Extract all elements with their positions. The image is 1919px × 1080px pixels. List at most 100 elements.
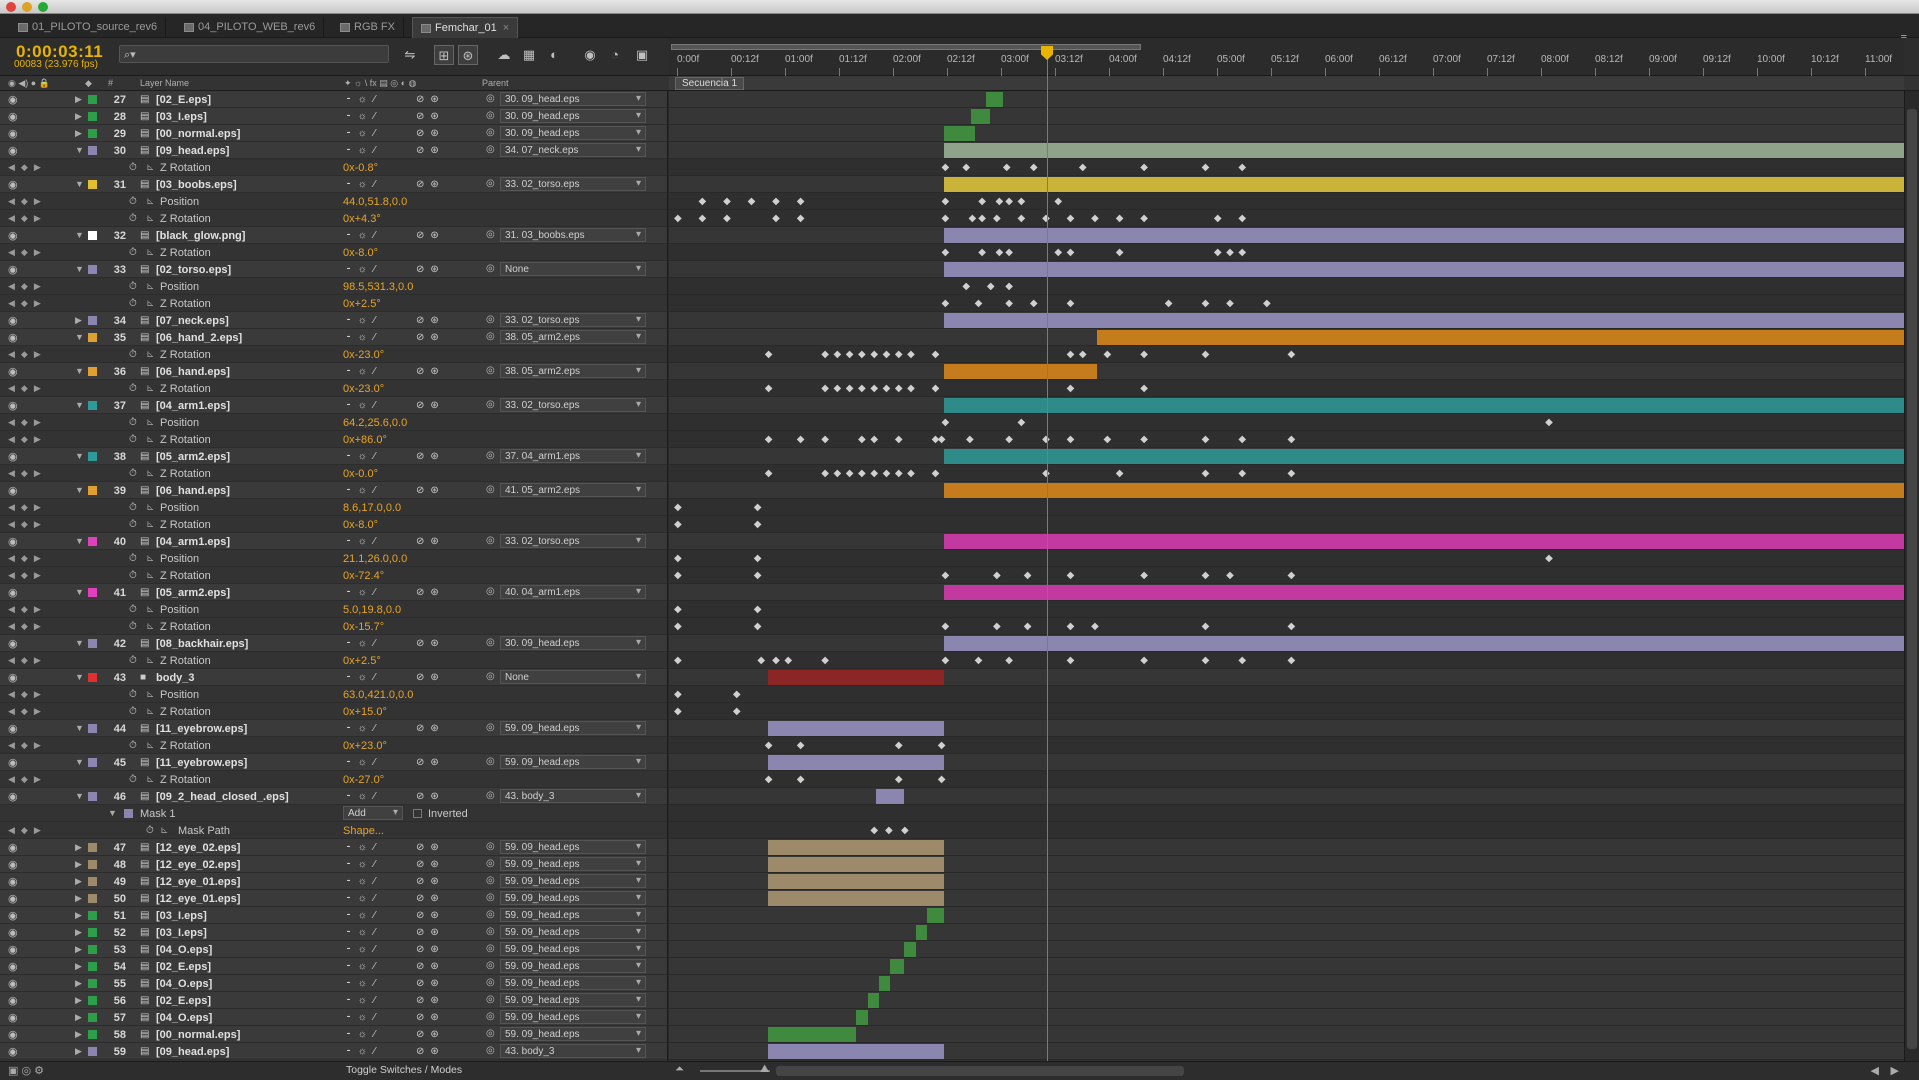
layer-modes[interactable]: ⊘⊛: [416, 672, 445, 683]
parent-dropdown[interactable]: 33. 02_torso.eps: [500, 534, 646, 548]
keyframe-marker[interactable]: ◆: [1202, 298, 1210, 309]
layer-label-color[interactable]: [88, 673, 97, 682]
visibility-eye-icon[interactable]: ◉: [8, 535, 18, 548]
visibility-eye-icon[interactable]: ◉: [8, 977, 18, 990]
visibility-eye-icon[interactable]: ◉: [8, 586, 18, 599]
layer-duration-bar[interactable]: [944, 483, 1904, 498]
keyframe-marker[interactable]: ◆: [699, 213, 707, 224]
layer-name[interactable]: [09_2_head_closed_.eps]: [156, 791, 289, 803]
keyframe-marker[interactable]: ◆: [765, 740, 773, 751]
keyframe-marker[interactable]: ◆: [1288, 468, 1296, 479]
keyframe-marker[interactable]: ◆: [1005, 281, 1013, 292]
property-row[interactable]: ◀◆▶ ⏱ ⊾ Z Rotation 0x-23.0°: [0, 346, 667, 363]
property-value[interactable]: 21.1,26.0,0.0: [343, 553, 407, 565]
stopwatch-icon[interactable]: ⏱: [129, 621, 137, 632]
keyframe-marker[interactable]: ◆: [993, 213, 1001, 224]
keyframe-marker[interactable]: ◆: [1202, 621, 1210, 632]
parent-dropdown[interactable]: 30. 09_head.eps: [500, 636, 646, 650]
layer-row[interactable]: ◉ ▶ 58 ▤ [00_normal.eps] ⁃ ☼ ⁄ ⊘⊛ ◎ 59. 09_head.…: [0, 1026, 667, 1043]
layer-row[interactable]: ◉ ▼ 45 ▤ [11_eyebrow.eps] ⁃ ☼ ⁄ ⊘⊛ ◎ 59. 09_head…: [0, 754, 667, 771]
keyframe-marker[interactable]: ◆: [1067, 434, 1075, 445]
layer-duration-bar[interactable]: [767, 670, 945, 685]
parent-pickwhip-icon[interactable]: ◎: [486, 314, 495, 325]
parent-pickwhip-icon[interactable]: ◎: [486, 790, 495, 801]
parent-dropdown[interactable]: 41. 05_arm2.eps: [500, 483, 646, 497]
keyframe-marker[interactable]: ◆: [1018, 196, 1026, 207]
vertical-scrollbar[interactable]: [1904, 91, 1919, 1061]
keyframe-marker[interactable]: ◆: [938, 740, 946, 751]
keyframe-marker[interactable]: ◆: [674, 213, 682, 224]
layer-label-color[interactable]: [88, 129, 97, 138]
property-row[interactable]: ◀◆▶ ⏱ ⊾ Position 64.2,25.6,0.0: [0, 414, 667, 431]
layer-modes[interactable]: ⊘⊛: [416, 1012, 445, 1023]
keyframe-navigator[interactable]: ◀◆▶: [8, 655, 47, 666]
stopwatch-icon[interactable]: ⏱: [129, 655, 137, 666]
keyframe-marker[interactable]: ◆: [941, 570, 949, 581]
draft-3d-icon[interactable]: ⊛: [458, 45, 478, 65]
layer-modes[interactable]: ⊘⊛: [416, 332, 445, 343]
layer-switches[interactable]: ⁃ ☼ ⁄: [346, 1029, 377, 1040]
layer-name[interactable]: [08_backhair.eps]: [156, 638, 248, 650]
keyframe-marker[interactable]: ◆: [975, 655, 983, 666]
layer-name[interactable]: [black_glow.png]: [156, 230, 245, 242]
property-value[interactable]: 0x-8.0°: [343, 519, 378, 531]
visibility-eye-icon[interactable]: ◉: [8, 93, 18, 106]
keyframe-marker[interactable]: ◆: [1067, 655, 1075, 666]
expand-triangle-icon[interactable]: ▼: [75, 638, 84, 648]
keyframe-marker[interactable]: ◆: [966, 434, 974, 445]
keyframe-marker[interactable]: ◆: [834, 383, 842, 394]
keyframe-marker[interactable]: ◆: [858, 383, 866, 394]
layer-modes[interactable]: ⊘⊛: [416, 961, 445, 972]
parent-pickwhip-icon[interactable]: ◎: [486, 858, 495, 869]
property-value[interactable]: 0x-23.0°: [343, 349, 384, 361]
keyframe-marker[interactable]: ◆: [1238, 468, 1246, 479]
scroll-right-icon[interactable]: ▶: [1891, 1064, 1899, 1077]
layer-label-color[interactable]: [88, 1030, 97, 1039]
expand-triangle-icon[interactable]: ▼: [75, 145, 84, 155]
parent-pickwhip-icon[interactable]: ◎: [486, 1028, 495, 1039]
stopwatch-icon[interactable]: ⏱: [129, 774, 137, 785]
keyframe-marker[interactable]: ◆: [834, 468, 842, 479]
layer-row[interactable]: ◉ ▶ 54 ▤ [02_E.eps] ⁃ ☼ ⁄ ⊘⊛ ◎ 59. 09_head.eps: [0, 958, 667, 975]
visibility-eye-icon[interactable]: ◉: [8, 841, 18, 854]
keyframe-marker[interactable]: ◆: [1067, 383, 1075, 394]
parent-pickwhip-icon[interactable]: ◎: [486, 450, 495, 461]
keyframe-marker[interactable]: ◆: [1202, 434, 1210, 445]
property-value[interactable]: 98.5,531.3,0.0: [343, 281, 413, 293]
layer-switches[interactable]: ⁃ ☼ ⁄: [346, 876, 377, 887]
layer-duration-bar[interactable]: [944, 262, 1904, 277]
expand-triangle-icon[interactable]: ▶: [75, 315, 82, 326]
layer-label-color[interactable]: [88, 401, 97, 410]
parent-pickwhip-icon[interactable]: ◎: [486, 1011, 495, 1022]
property-value[interactable]: 44.0,51.8,0.0: [343, 196, 407, 208]
keyframe-marker[interactable]: ◆: [993, 570, 1001, 581]
keyframe-marker[interactable]: ◆: [1030, 162, 1038, 173]
layer-switches[interactable]: ⁃ ☼ ⁄: [346, 366, 377, 377]
stopwatch-icon[interactable]: ⏱: [129, 162, 137, 173]
layer-label-color[interactable]: [88, 95, 97, 104]
layer-label-color[interactable]: [88, 486, 97, 495]
layer-label-color[interactable]: [88, 1013, 97, 1022]
visibility-eye-icon[interactable]: ◉: [8, 892, 18, 905]
keyframe-marker[interactable]: ◆: [1288, 349, 1296, 360]
keyframe-marker[interactable]: ◆: [1116, 468, 1124, 479]
keyframe-navigator[interactable]: ◀◆▶: [8, 162, 47, 173]
keyframe-marker[interactable]: ◆: [1005, 655, 1013, 666]
keyframe-marker[interactable]: ◆: [797, 740, 805, 751]
keyframe-marker[interactable]: ◆: [733, 689, 741, 700]
property-row[interactable]: ◀◆▶ ⏱ ⊾ Z Rotation 0x-27.0°: [0, 771, 667, 788]
expand-triangle-icon[interactable]: ▼: [75, 485, 84, 495]
keyframe-marker[interactable]: ◆: [765, 383, 773, 394]
layer-label-color[interactable]: [88, 537, 97, 546]
layer-duration-bar[interactable]: [879, 976, 891, 991]
keyframe-marker[interactable]: ◆: [1054, 247, 1062, 258]
layer-switches[interactable]: ⁃ ☼ ⁄: [346, 757, 377, 768]
layer-name[interactable]: [12_eye_01.eps]: [156, 876, 240, 888]
keyframe-marker[interactable]: ◆: [797, 196, 805, 207]
layer-row[interactable]: ◉ ▶ 53 ▤ [04_O.eps] ⁃ ☼ ⁄ ⊘⊛ ◎ 59. 09_head.eps: [0, 941, 667, 958]
layer-name[interactable]: [02_E.eps]: [156, 94, 211, 106]
layer-label-color[interactable]: [88, 860, 97, 869]
layer-modes[interactable]: ⊘⊛: [416, 400, 445, 411]
layer-modes[interactable]: ⊘⊛: [416, 366, 445, 377]
keyframe-marker[interactable]: ◆: [1024, 621, 1032, 632]
